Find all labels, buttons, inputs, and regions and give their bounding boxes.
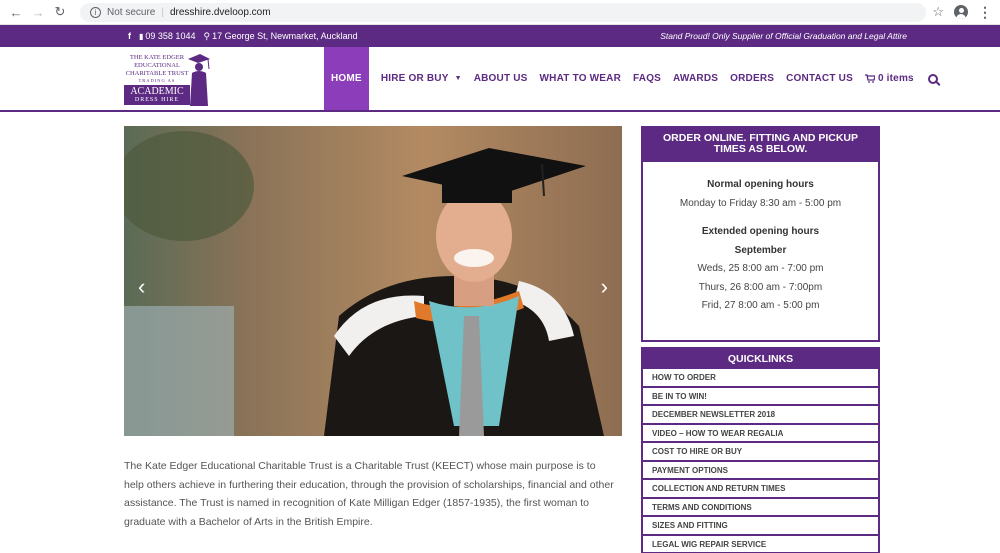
quicklink-item[interactable]: BE IN TO WIN! — [643, 388, 878, 406]
opening-hours-title: ORDER ONLINE. FITTING AND PICKUP TIMES A… — [643, 128, 878, 162]
address-text: 17 George St, Newmarket, Auckland — [212, 31, 358, 41]
tagline: Stand Proud! Only Supplier of Official G… — [660, 31, 907, 41]
cart-count: 0 items — [877, 73, 914, 84]
info-icon[interactable]: i — [90, 6, 101, 18]
logo-trust-name: THE KATE EDGER EDUCATIONAL CHARITABLE TR… — [124, 54, 190, 84]
extended-hours-line: Thurs, 26 8:00 am - 7:00pm — [698, 281, 823, 293]
quicklink-item[interactable]: DECEMBER NEWSLETTER 2018 — [643, 406, 878, 425]
logo-brand-sub: DRESS HIRE — [134, 97, 180, 103]
quicklink-item[interactable]: SIZES AND FITTING — [643, 517, 878, 536]
logo-line: EDUCATIONAL — [134, 62, 180, 69]
slider-prev-icon[interactable]: ‹ — [138, 274, 145, 300]
opening-hours-widget: ORDER ONLINE. FITTING AND PICKUP TIMES A… — [641, 126, 880, 342]
graduate-figure-icon — [188, 54, 210, 106]
extended-hours-month: September — [734, 244, 787, 256]
site-logo[interactable]: THE KATE EDGER EDUCATIONAL CHARITABLE TR… — [124, 48, 214, 110]
back-icon[interactable]: ← — [8, 4, 24, 20]
slider-next-icon[interactable]: › — [601, 274, 608, 300]
nav-cart[interactable]: 0 items — [864, 47, 914, 110]
quicklink-item[interactable]: COST TO HIRE OR BUY — [643, 443, 878, 462]
quicklinks-list: HOW TO ORDER BE IN TO WIN! DECEMBER NEWS… — [643, 369, 878, 553]
location-pin-icon: ⚲ — [203, 30, 211, 41]
extended-hours-heading: Extended opening hours — [701, 226, 820, 237]
cart-icon — [864, 74, 875, 83]
address-separator: | — [161, 6, 164, 18]
address-bar[interactable]: i Not secure | dresshire.dveloop.com — [80, 2, 927, 22]
forward-icon[interactable]: → — [30, 4, 46, 20]
normal-hours-heading: Normal opening hours — [707, 179, 814, 190]
normal-hours-line: Monday to Friday 8:30 am - 5:00 pm — [679, 197, 842, 209]
logo-line: CHARITABLE TRUST — [125, 70, 189, 77]
logo-line: THE KATE EDGER — [129, 54, 185, 61]
url-text[interactable]: dresshire.dveloop.com — [170, 7, 271, 18]
quicklink-item[interactable]: VIDEO – HOW TO WEAR REGALIA — [643, 425, 878, 443]
site-header: THE KATE EDGER EDUCATIONAL CHARITABLE TR… — [0, 47, 1000, 112]
nav-what-to-wear[interactable]: WHAT TO WEAR — [540, 47, 621, 110]
logo-brand-title: ACADEMIC — [130, 86, 184, 97]
reload-icon[interactable]: ↻ — [52, 4, 68, 20]
nav-orders[interactable]: ORDERS — [730, 47, 774, 110]
quicklink-item[interactable]: TERMS AND CONDITIONS — [643, 499, 878, 517]
nav-awards[interactable]: AWARDS — [673, 47, 718, 110]
profile-avatar-icon[interactable] — [954, 5, 968, 19]
quicklink-item[interactable]: HOW TO ORDER — [643, 369, 878, 388]
extended-hours-line: Frid, 27 8:00 am - 5:00 pm — [701, 300, 820, 311]
browser-toolbar: ← → ↻ i Not secure | dresshire.dveloop.c… — [0, 0, 1000, 25]
facebook-icon[interactable]: f — [128, 31, 131, 41]
logo-brand-block: ACADEMIC DRESS HIRE — [124, 85, 190, 105]
nav-home[interactable]: HOME — [324, 47, 369, 110]
search-icon[interactable] — [927, 73, 938, 84]
phone-number[interactable]: 09 358 1044 — [145, 31, 195, 41]
main-nav: HOME HIRE OR BUY ▼ ABOUT US WHAT TO WEAR… — [324, 47, 938, 110]
nav-about-us[interactable]: ABOUT US — [474, 47, 528, 110]
star-icon[interactable]: ☆ — [932, 4, 944, 20]
nav-hire-or-buy-label: HIRE OR BUY — [380, 73, 449, 84]
nav-hire-or-buy[interactable]: HIRE OR BUY ▼ — [381, 47, 462, 110]
nav-faqs[interactable]: FAQS — [633, 47, 661, 110]
quicklinks-title: QUICKLINKS — [643, 349, 878, 369]
hero-slider[interactable]: ‹ › — [124, 126, 622, 436]
phone-icon: ▮ — [139, 31, 144, 41]
quicklink-item[interactable]: LEGAL WIG REPAIR SERVICE — [643, 536, 878, 553]
quicklink-item[interactable]: PAYMENT OPTIONS — [643, 462, 878, 480]
main-content: ‹ › The Kate Edger Educational Charitabl… — [0, 112, 1000, 553]
quicklink-item[interactable]: COLLECTION AND RETURN TIMES — [643, 480, 878, 499]
nav-contact-us[interactable]: CONTACT US — [786, 47, 853, 110]
hero-graduate-photo — [124, 126, 622, 436]
browser-menu-icon[interactable]: ⋮ — [978, 5, 992, 19]
quicklinks-widget: QUICKLINKS HOW TO ORDER BE IN TO WIN! DE… — [641, 347, 880, 553]
dropdown-caret-icon: ▼ — [454, 75, 462, 82]
extended-hours-line: Weds, 25 8:00 am - 7:00 pm — [697, 263, 824, 274]
top-info-bar: f ▮ 09 358 1044 ⚲ 17 George St, Newmarke… — [0, 25, 1000, 47]
not-secure-label: Not secure — [107, 6, 156, 18]
logo-line: TRADING AS — [138, 78, 176, 83]
intro-paragraph: The Kate Edger Educational Charitable Tr… — [124, 460, 614, 528]
